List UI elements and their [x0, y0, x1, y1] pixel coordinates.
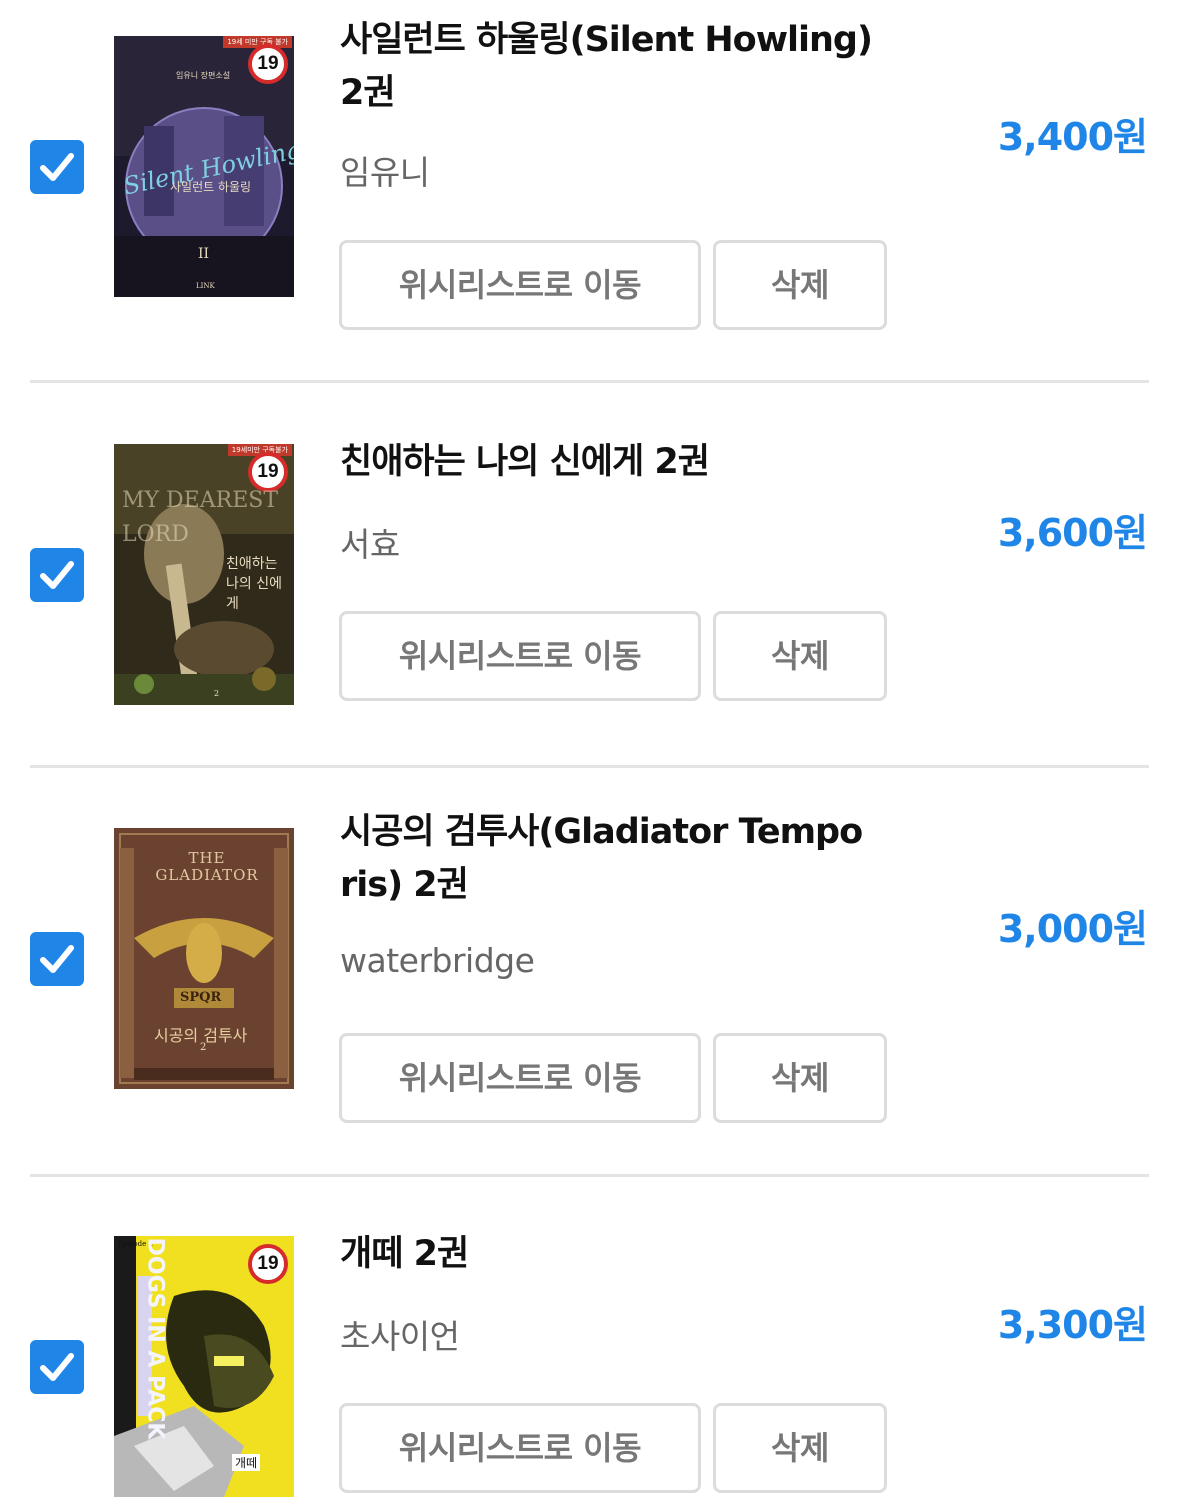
book-author: 임유니	[340, 153, 430, 192]
delete-button[interactable]: 삭제	[713, 240, 887, 330]
book-title[interactable]: 시공의 검투사(Gladiator Tempo ris) 2권	[340, 806, 880, 912]
cover-subtitle: 개떼	[232, 1454, 261, 1471]
book-price: 3,400원	[997, 115, 1148, 159]
book-author: 초사이언	[340, 1317, 460, 1356]
delete-button[interactable]: 삭제	[713, 1403, 887, 1493]
divider	[30, 1174, 1149, 1177]
move-to-wishlist-button[interactable]: 위시리스트로 이동	[339, 1403, 701, 1493]
divider	[30, 765, 1149, 768]
book-cover[interactable]: 19 Episode 2 DOGS IN A PACK 개떼	[114, 1236, 294, 1497]
book-cover[interactable]: THE GLADIATOR SPQR 시공의 검투사 2	[114, 828, 294, 1089]
cover-script-title: DOGS IN A PACK	[142, 1237, 168, 1440]
move-to-wishlist-button[interactable]: 위시리스트로 이동	[339, 611, 701, 701]
cart-list: 19세 미만 구독 불가 19 임유니 장편소설 Silent Howling …	[0, 0, 1179, 1510]
book-price: 3,600원	[997, 511, 1148, 555]
book-author: waterbridge	[340, 941, 535, 980]
item-checkbox[interactable]	[30, 140, 84, 194]
delete-button[interactable]: 삭제	[713, 611, 887, 701]
book-price: 3,000원	[997, 907, 1148, 951]
book-cover[interactable]: 19세미만 구독불가 19 MY DEAREST LORD 친애하는 나의 신에…	[114, 444, 294, 705]
cover-english-title: MY DEAREST LORD	[122, 488, 278, 547]
book-title[interactable]: 개떼 2권	[340, 1228, 880, 1281]
book-cover[interactable]: 19세 미만 구독 불가 19 임유니 장편소설 Silent Howling …	[114, 36, 294, 297]
item-checkbox[interactable]	[30, 932, 84, 986]
checkmark-icon	[40, 153, 74, 181]
book-title[interactable]: 사일런트 하울링(Silent Howling) 2권	[340, 14, 880, 120]
book-title[interactable]: 친애하는 나의 신에게 2권	[340, 436, 880, 489]
checkmark-icon	[40, 1353, 74, 1381]
cover-volume: II	[198, 246, 210, 262]
age-rating-badge: 19	[248, 44, 288, 84]
cover-emblem: SPQR	[180, 990, 222, 1005]
checkmark-icon	[40, 561, 74, 589]
move-to-wishlist-button[interactable]: 위시리스트로 이동	[339, 1033, 701, 1123]
book-author: 서효	[340, 525, 400, 564]
delete-button[interactable]: 삭제	[713, 1033, 887, 1123]
cover-volume: 2	[214, 689, 220, 698]
item-checkbox[interactable]	[30, 548, 84, 602]
book-price: 3,300원	[997, 1303, 1148, 1347]
cover-author: 임유니 장편소설	[176, 71, 231, 80]
item-checkbox[interactable]	[30, 1340, 84, 1394]
age-rating-badge: 19	[248, 1244, 288, 1284]
cover-publisher: LINK	[196, 282, 215, 290]
cover-subtitle: 사일런트 하울링	[170, 180, 252, 194]
move-to-wishlist-button[interactable]: 위시리스트로 이동	[339, 240, 701, 330]
cover-english-title: THE GLADIATOR	[155, 849, 259, 884]
cover-volume: 2	[200, 1042, 207, 1053]
checkmark-icon	[40, 945, 74, 973]
divider	[30, 380, 1149, 383]
cover-subtitle: 친애하는 나의 신에게	[226, 556, 282, 612]
